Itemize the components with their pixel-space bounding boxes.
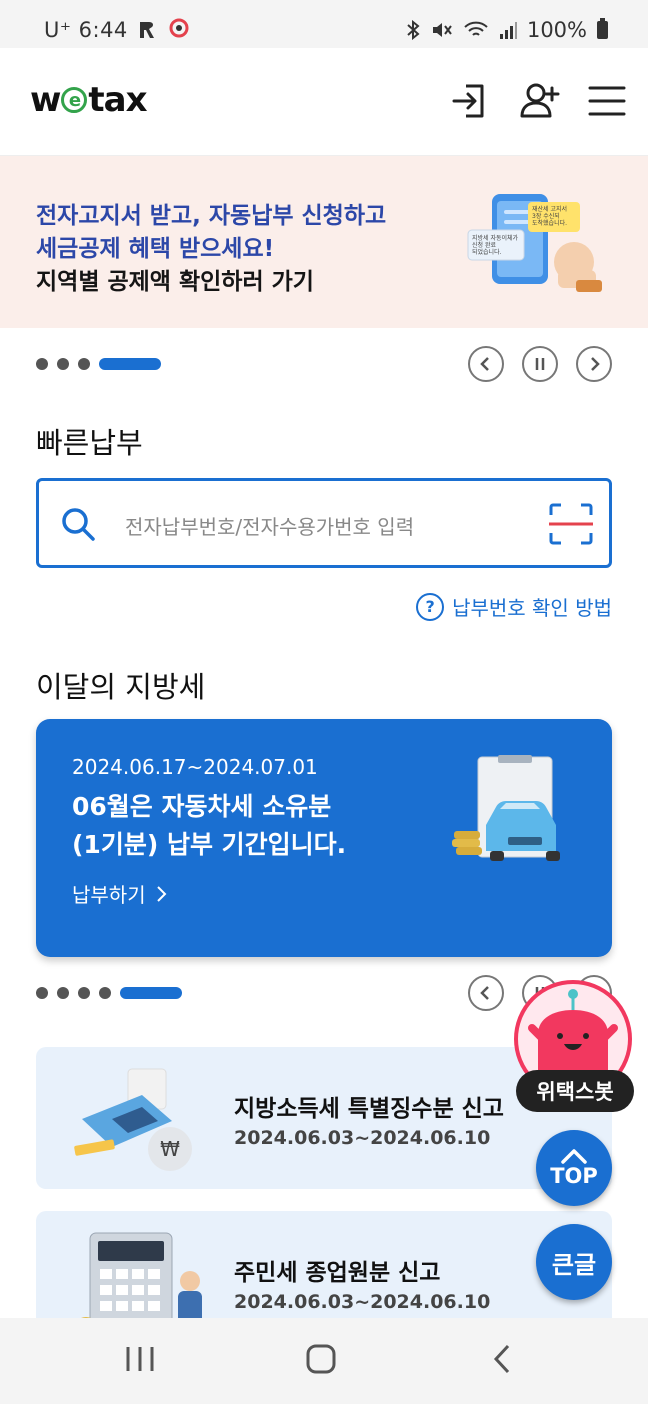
battery-icon	[597, 18, 608, 39]
car-illustration	[452, 755, 560, 861]
page-dot[interactable]	[36, 987, 48, 999]
carrier-time: U⁺ 6:44	[44, 18, 128, 42]
page-dot[interactable]	[78, 358, 90, 370]
page-dot[interactable]	[36, 358, 48, 370]
tax-prev-button[interactable]	[468, 975, 504, 1011]
mute-icon	[432, 23, 452, 37]
banner-next-button[interactable]	[576, 346, 612, 382]
page-dot[interactable]	[99, 987, 111, 999]
status-right: 100%	[405, 18, 608, 42]
tax-message-line-2: (1기분) 납부 기간입니다.	[72, 830, 347, 859]
status-bar: U⁺ 6:44 100%	[0, 0, 648, 48]
schedule-date: 2024.06.03~2024.06.10	[234, 1291, 491, 1313]
scroll-top-button[interactable]: TOP	[536, 1130, 612, 1206]
chevron-up-icon	[561, 1149, 587, 1164]
menu-icon[interactable]	[584, 78, 630, 124]
bubble-text-2: 지방세 자동이체가 신청 완료 되었습니다.	[472, 235, 519, 256]
logo-prefix: w	[30, 80, 61, 120]
pay-now-label: 납부하기	[72, 883, 146, 907]
logo-suffix: tax	[88, 80, 147, 120]
large-text-button[interactable]: 큰글	[536, 1224, 612, 1300]
banner-prev-button[interactable]	[468, 346, 504, 382]
scroll-top-label: TOP	[550, 1164, 598, 1188]
banner-pause-button[interactable]	[522, 346, 558, 382]
large-text-label: 큰글	[551, 1250, 597, 1279]
monthly-tax-title: 이달의 지방세	[36, 670, 206, 704]
page-dot[interactable]	[57, 358, 69, 370]
wetax-logo[interactable]: w e tax	[30, 80, 148, 120]
quick-pay-title: 빠른납부	[36, 426, 143, 460]
chevron-left-icon	[480, 986, 489, 1000]
search-icon[interactable]	[59, 505, 97, 543]
recent-apps-icon[interactable]	[124, 1344, 156, 1374]
system-nav-bar	[0, 1318, 648, 1404]
bubble-text-1: 재산세 고지서 3장 수신되 도착했습니다.	[532, 206, 568, 227]
tax-period: 2024.06.17~2024.07.01	[72, 755, 318, 779]
promo-banner[interactable]: 전자고지서 받고, 자동납부 신청하고 세금공제 혜택 받으세요! 지역별 공제…	[0, 156, 648, 328]
tax-message-line-1: 06월은 자동차세 소유분	[72, 792, 332, 821]
add-user-icon[interactable]	[516, 78, 562, 124]
chevron-right-icon	[156, 885, 167, 902]
schedule-title: 지방소득세 특별징수분 신고	[234, 1096, 504, 1122]
help-icon: ?	[416, 592, 445, 621]
status-left: U⁺ 6:44	[44, 18, 190, 42]
page-dot-active[interactable]	[120, 987, 182, 999]
chevron-left-icon	[480, 357, 489, 371]
bluetooth-icon	[407, 20, 420, 40]
help-link-label: 납부번호 확인 방법	[452, 596, 612, 620]
page-dot[interactable]	[57, 987, 69, 999]
location-icon	[169, 18, 189, 38]
schedule-title: 주민세 종업원분 신고	[234, 1260, 441, 1286]
payment-number-help-link[interactable]: ? 납부번호 확인 방법	[416, 592, 612, 621]
chatbot-label[interactable]: 위택스봇	[516, 1070, 634, 1112]
banner-line-1: 전자고지서 받고, 자동납부 신청하고	[36, 203, 387, 229]
page-dot[interactable]	[78, 987, 90, 999]
login-icon[interactable]	[446, 78, 492, 124]
scan-icon[interactable]	[549, 503, 593, 545]
svg-text:₩: ₩	[160, 1137, 180, 1161]
wifi-icon	[464, 21, 488, 36]
page-dot-active[interactable]	[99, 358, 161, 370]
banner-pagination	[36, 358, 161, 370]
card-terminal-illustration: ₩	[74, 1068, 192, 1171]
app-notification-icon	[139, 22, 154, 38]
banner-line-2: 세금공제 혜택 받으세요!	[36, 236, 275, 262]
tax-pagination	[36, 987, 182, 999]
logo-e: e	[61, 87, 88, 113]
monthly-tax-card[interactable]: 2024.06.17~2024.07.01 06월은 자동차세 소유분 (1기분…	[36, 719, 612, 957]
home-icon[interactable]	[305, 1344, 337, 1374]
pay-now-link[interactable]: 납부하기	[72, 879, 168, 908]
schedule-date: 2024.06.03~2024.06.10	[234, 1127, 491, 1149]
pause-icon	[535, 358, 545, 370]
battery-percent: 100%	[526, 18, 587, 42]
search-input[interactable]: 전자납부번호/전자수용가번호 입력	[125, 511, 414, 540]
signal-icon	[499, 22, 517, 39]
back-icon[interactable]	[490, 1344, 514, 1374]
chevron-right-icon	[591, 357, 600, 371]
app-header: w e tax	[0, 48, 648, 156]
quick-pay-search[interactable]: 전자납부번호/전자수용가번호 입력	[36, 478, 612, 568]
banner-line-3: 지역별 공제액 확인하러 가기	[36, 269, 314, 295]
